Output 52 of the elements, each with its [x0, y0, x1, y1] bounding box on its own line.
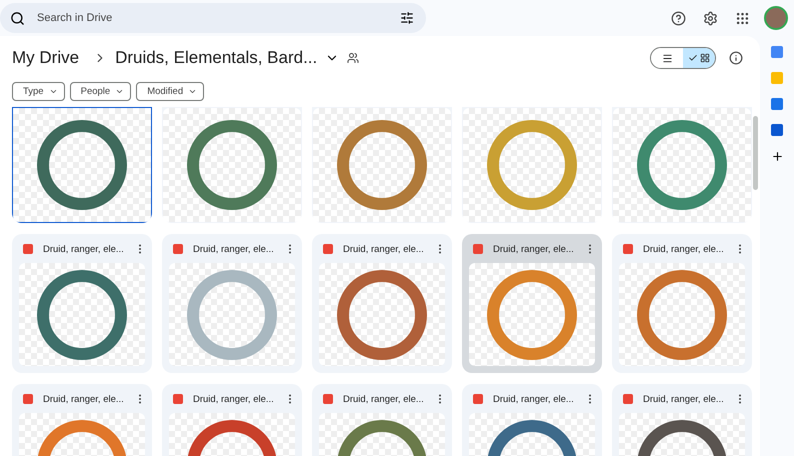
- image-file-icon: [23, 244, 33, 254]
- image-file-icon: [623, 244, 633, 254]
- grid-view-button[interactable]: [683, 48, 715, 68]
- file-card[interactable]: Druid, ranger, ele...: [312, 384, 452, 456]
- search-field[interactable]: Search in Drive: [35, 11, 390, 25]
- settings-icon: [702, 10, 718, 26]
- file-card[interactable]: Druid, ranger, ele...: [12, 234, 152, 373]
- image-file-icon: [473, 394, 483, 404]
- file-card[interactable]: Druid, ranger, ele...: [312, 234, 452, 373]
- filter-options-icon[interactable]: [400, 11, 414, 25]
- shared-people-icon: [347, 52, 360, 64]
- search-bar[interactable]: Search in Drive: [0, 3, 426, 33]
- file-card[interactable]: Druid, ranger, ele...: [462, 234, 602, 373]
- scrollbar[interactable]: [753, 116, 758, 190]
- apps-grid-icon: [734, 10, 750, 26]
- file-name: Druid, ranger, ele...: [193, 244, 274, 254]
- file-card[interactable]: Druid, ranger, ele...: [12, 384, 152, 456]
- image-file-icon: [173, 394, 183, 404]
- image-file-icon: [173, 244, 183, 254]
- image-file-icon: [623, 394, 633, 404]
- file-card[interactable]: Druid, ranger, ele...: [162, 234, 302, 373]
- check-icon: [688, 53, 698, 63]
- filter-chip[interactable]: Type: [12, 82, 65, 100]
- image-file-icon: [473, 244, 483, 254]
- filter-chip[interactable]: Modified: [136, 82, 204, 100]
- breadcrumb-item[interactable]: My Drive: [12, 48, 80, 68]
- image-file-icon: [323, 394, 333, 404]
- file-name: Druid, ranger, ele...: [343, 394, 424, 404]
- file-name: Druid, ranger, ele...: [43, 394, 124, 404]
- file-card[interactable]: Druid, ranger, ele...: [612, 234, 752, 373]
- image-file-icon: [23, 394, 33, 404]
- help-icon: [670, 10, 686, 26]
- filter-chip[interactable]: People: [70, 82, 132, 100]
- file-card[interactable]: Druid, ranger, ele...: [612, 384, 752, 456]
- file-name: Druid, ranger, ele...: [493, 394, 574, 404]
- file-name: Druid, ranger, ele...: [43, 244, 124, 254]
- file-name: Druid, ranger, ele...: [493, 244, 574, 254]
- file-card[interactable]: Druid, ranger, ele...: [462, 384, 602, 456]
- file-name: Druid, ranger, ele...: [643, 394, 724, 404]
- file-name: Druid, ranger, ele...: [643, 244, 724, 254]
- image-file-icon: [323, 244, 333, 254]
- file-card[interactable]: Druid, ranger, ele...: [162, 384, 302, 456]
- view-toggle[interactable]: [650, 47, 716, 69]
- add-icon[interactable]: [770, 150, 784, 163]
- file-name: Druid, ranger, ele...: [193, 394, 274, 404]
- breadcrumb-item[interactable]: Druids, Elementals, Bard...: [115, 48, 318, 68]
- search-icon: [10, 10, 25, 26]
- avatar[interactable]: [764, 6, 788, 30]
- info-icon: [729, 51, 743, 65]
- file-name: Druid, ranger, ele...: [343, 244, 424, 254]
- list-icon: [662, 52, 672, 64]
- grid-icon: [700, 53, 710, 63]
